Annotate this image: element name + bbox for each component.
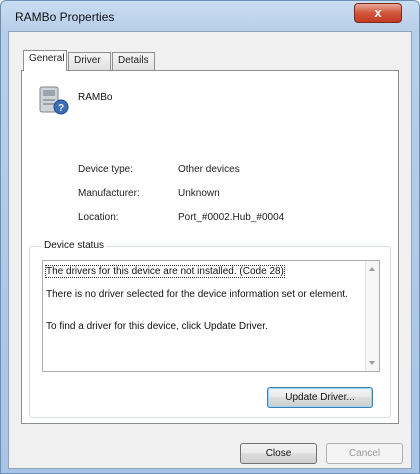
- update-driver-button[interactable]: Update Driver...: [267, 387, 373, 408]
- scroll-up-icon[interactable]: [369, 267, 375, 271]
- tab-details-label: Details: [118, 55, 149, 66]
- cancel-button[interactable]: Cancel: [326, 443, 403, 464]
- manufacturer-value: Unknown: [178, 188, 220, 199]
- close-icon: x: [374, 5, 382, 20]
- device-status-text: The drivers for this device are not inst…: [45, 265, 364, 344]
- device-status-group: Device status The drivers for this devic…: [29, 240, 391, 418]
- window-title: RAMBo Properties: [15, 10, 115, 24]
- tab-driver[interactable]: Driver: [68, 52, 111, 70]
- tab-details[interactable]: Details: [112, 52, 155, 70]
- tab-general-label: General: [29, 53, 65, 64]
- status-line-2: There is no driver selected for the devi…: [46, 289, 348, 300]
- close-button[interactable]: Close: [240, 443, 317, 464]
- tab-general[interactable]: General: [23, 50, 67, 71]
- manufacturer-label: Manufacturer:: [78, 188, 140, 199]
- scroll-down-icon[interactable]: [369, 361, 375, 365]
- device-status-label: Device status: [42, 240, 107, 251]
- device-status-textbox[interactable]: The drivers for this device are not inst…: [42, 260, 380, 372]
- unknown-device-icon: ?: [39, 86, 69, 115]
- tab-driver-label: Driver: [74, 55, 101, 66]
- device-type-label: Device type:: [78, 164, 134, 175]
- device-name: RAMBo: [78, 92, 113, 103]
- dialog-client-area: General Driver Details ? RAMBo Device ty…: [8, 31, 412, 469]
- location-value: Port_#0002.Hub_#0004: [178, 212, 285, 223]
- status-scrollbar[interactable]: [365, 261, 379, 371]
- svg-text:?: ?: [58, 103, 64, 114]
- properties-window: RAMBo Properties x General Driver Detail…: [0, 0, 420, 474]
- device-type-value: Other devices: [178, 164, 240, 175]
- title-bar[interactable]: RAMBo Properties x: [1, 1, 419, 31]
- status-line-3: To find a driver for this device, click …: [46, 321, 268, 332]
- status-line-1: The drivers for this device are not inst…: [45, 265, 285, 278]
- general-tab-panel: ? RAMBo Device type: Other devices Manuf…: [21, 70, 399, 424]
- location-label: Location:: [78, 212, 119, 223]
- close-window-button[interactable]: x: [354, 3, 402, 23]
